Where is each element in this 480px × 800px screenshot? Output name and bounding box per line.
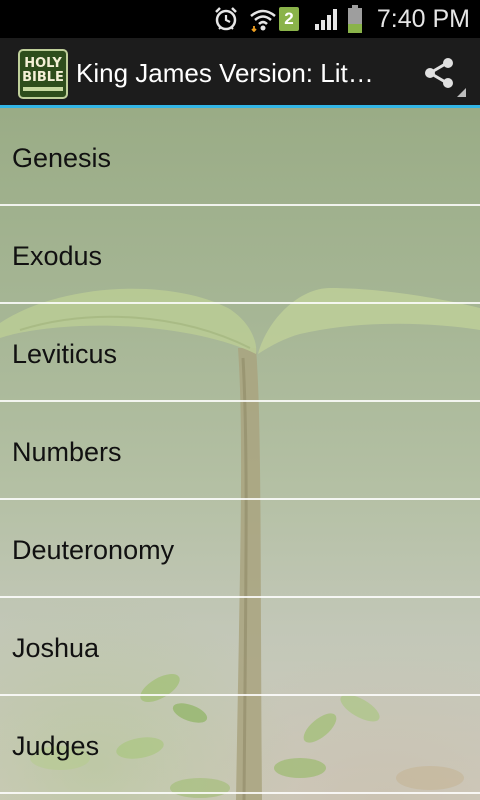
book-label: Deuteronomy bbox=[12, 535, 175, 565]
list-item-joshua[interactable]: Joshua bbox=[0, 598, 480, 696]
overflow-indicator bbox=[457, 88, 466, 97]
notification-badge: 2 bbox=[278, 0, 300, 38]
action-bar: HOLY BIBLE King James Version: Lit… bbox=[0, 38, 480, 108]
list-item-deuteronomy[interactable]: Deuteronomy bbox=[0, 500, 480, 598]
wifi-icon bbox=[248, 0, 278, 38]
list-item-exodus[interactable]: Exodus bbox=[0, 206, 480, 304]
book-label: Judges bbox=[12, 731, 100, 761]
logo-strip bbox=[23, 87, 63, 91]
logo-text-holy: HOLY bbox=[24, 56, 62, 71]
clock: 7:40 PM bbox=[376, 5, 470, 33]
share-icon bbox=[425, 58, 453, 88]
book-list: Genesis Exodus Leviticus Numbers Deutero… bbox=[0, 108, 480, 794]
list-item-judges[interactable]: Judges bbox=[0, 696, 480, 794]
list-item-genesis[interactable]: Genesis bbox=[0, 108, 480, 206]
book-label: Numbers bbox=[12, 437, 122, 467]
share-button[interactable] bbox=[416, 50, 462, 96]
notification-count: 2 bbox=[279, 7, 299, 31]
logo-text-bible: BIBLE bbox=[22, 70, 64, 85]
list-item-numbers[interactable]: Numbers bbox=[0, 402, 480, 500]
book-label: Leviticus bbox=[12, 339, 118, 369]
book-label: Exodus bbox=[12, 241, 103, 271]
battery-icon bbox=[344, 0, 366, 38]
list-item-leviticus[interactable]: Leviticus bbox=[0, 304, 480, 402]
app-title: King James Version: Lit… bbox=[76, 58, 374, 88]
signal-icon bbox=[312, 0, 342, 38]
book-list-container[interactable]: Genesis Exodus Leviticus Numbers Deutero… bbox=[0, 108, 480, 800]
status-bar: 2 7:40 PM bbox=[0, 0, 480, 38]
app-logo[interactable]: HOLY BIBLE bbox=[18, 49, 68, 99]
book-label: Joshua bbox=[12, 633, 100, 663]
book-label: Genesis bbox=[12, 143, 112, 173]
alarm-icon bbox=[212, 0, 240, 38]
